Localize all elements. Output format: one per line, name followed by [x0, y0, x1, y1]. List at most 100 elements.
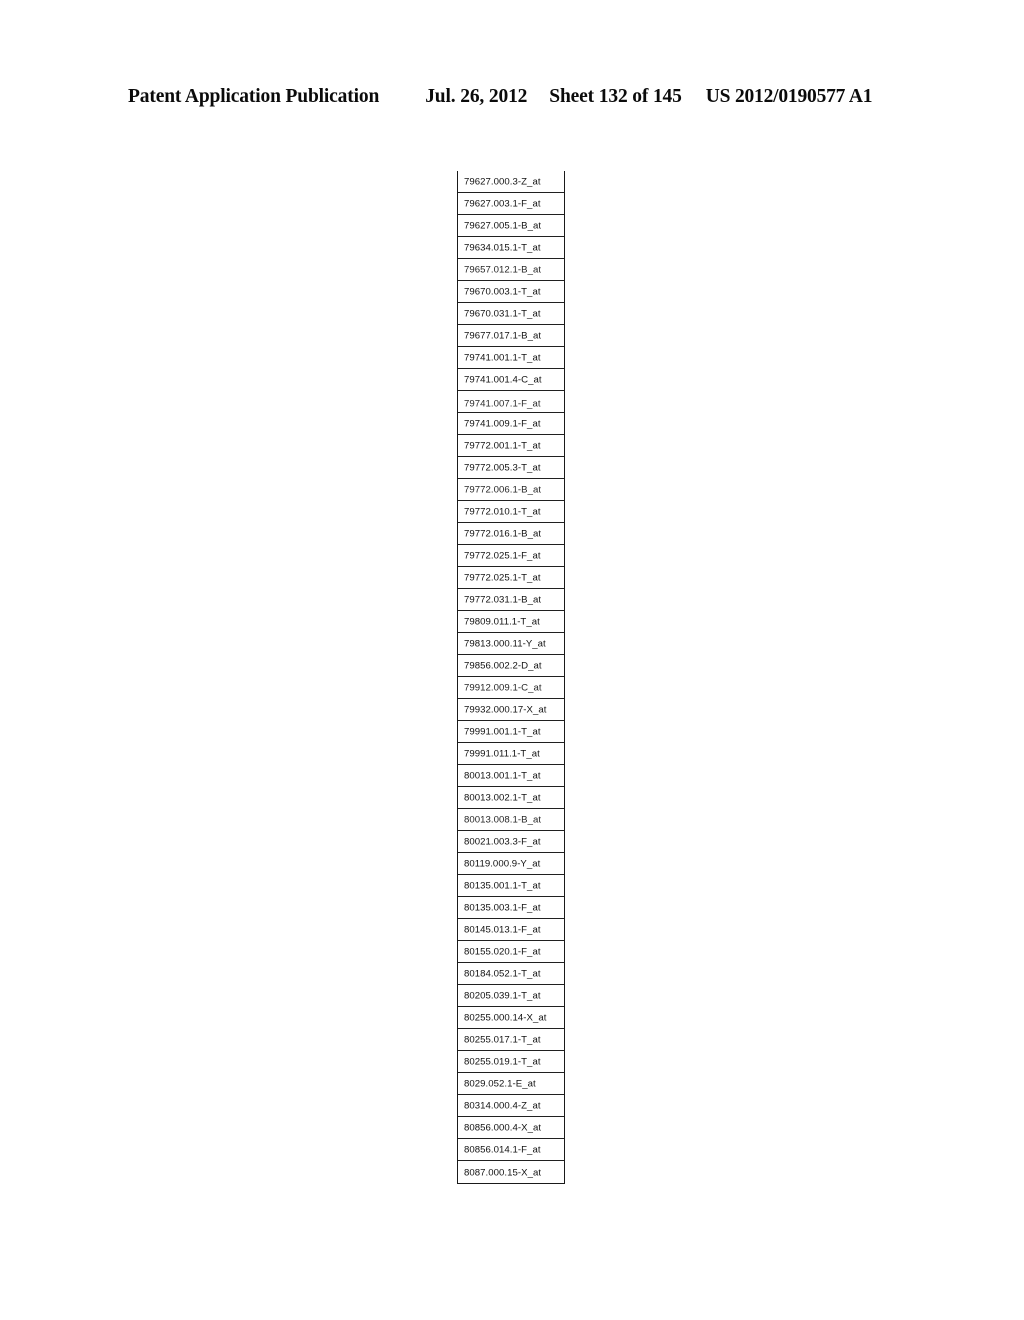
sheet-number: Sheet 132 of 145: [549, 86, 682, 107]
probe-set-identifier: 80013.002.1-T_at: [464, 792, 541, 804]
probe-set-identifier: 79772.005.3-T_at: [464, 462, 541, 474]
probe-set-identifier: 80155.020.1-F_at: [464, 946, 541, 958]
table-row: 80205.039.1-T_at: [458, 985, 564, 1007]
probe-set-identifier: 79634.015.1-T_at: [464, 242, 541, 254]
probe-set-identifier: 79772.031.1-B_at: [464, 594, 542, 606]
table-row: 79813.000.11-Y_at: [458, 633, 564, 655]
identifier-table: 79627.000.3-Z_at 79627.003.1-F_at 79627.00…: [457, 171, 565, 1184]
probe-set-identifier: 80314.000.4-Z_at: [464, 1100, 541, 1112]
probe-set-identifier: 80856.014.1-F_at: [464, 1144, 541, 1156]
table-row: 79677.017.1-B_at: [458, 325, 564, 347]
probe-set-identifier: 80255.000.14-X_at: [464, 1012, 547, 1024]
probe-set-identifier: 80184.052.1-T_at: [464, 968, 541, 980]
table-row: 79670.003.1-T_at: [458, 281, 564, 303]
probe-set-identifier: 79670.003.1-T_at: [464, 286, 541, 298]
table-row: 79670.031.1-T_at: [458, 303, 564, 325]
table-row: 80314.000.4-Z_at: [458, 1095, 564, 1117]
table-row: 79772.025.1-F_at: [458, 545, 564, 567]
probe-set-identifier: 8087.000.15-X_at: [464, 1167, 542, 1178]
table-row: 80013.001.1-T_at: [458, 765, 564, 787]
table-row: 80013.002.1-T_at: [458, 787, 564, 809]
table-row: 79772.005.3-T_at: [458, 457, 564, 479]
probe-set-identifier: 80135.001.1-T_at: [464, 880, 541, 892]
probe-set-identifier: 79809.011.1-T_at: [464, 616, 540, 628]
probe-set-identifier: 79772.010.1-T_at: [464, 506, 541, 518]
table-row: 79772.025.1-T_at: [458, 567, 564, 589]
table-row: 79856.002.2-D_at: [458, 655, 564, 677]
publication-date: Jul. 26, 2012: [425, 86, 528, 107]
probe-set-identifier: 79991.011.1-T_at: [464, 748, 540, 760]
probe-set-identifier: 79772.016.1-B_at: [464, 528, 542, 540]
table-row: 79809.011.1-T_at: [458, 611, 564, 633]
probe-set-identifier: 80119.000.9-Y_at: [464, 858, 541, 870]
probe-set-identifier: 79932.000.17-X_at: [464, 704, 547, 716]
table-row: 79991.011.1-T_at: [458, 743, 564, 765]
probe-set-identifier: 79772.025.1-F_at: [464, 550, 541, 562]
probe-set-identifier: 80255.019.1-T_at: [464, 1056, 541, 1068]
probe-set-identifier: 80021.003.3-F_at: [464, 836, 541, 848]
table-row: 79627.003.1-F_at: [458, 193, 564, 215]
table-row: 79741.001.1-T_at: [458, 347, 564, 369]
probe-set-identifier: 79772.006.1-B_at: [464, 484, 542, 496]
table-row: 80119.000.9-Y_at: [458, 853, 564, 875]
probe-set-identifier: 79741.001.1-T_at: [464, 352, 541, 364]
table-row: 80184.052.1-T_at: [458, 963, 564, 985]
table-row: 79912.009.1-C_at: [458, 677, 564, 699]
probe-set-identifier: 79813.000.11-Y_at: [464, 638, 546, 650]
probe-set-identifier: 80145.013.1-F_at: [464, 924, 541, 936]
table-row: 79772.016.1-B_at: [458, 523, 564, 545]
probe-set-identifier: 80013.001.1-T_at: [464, 770, 541, 782]
probe-set-identifier: 79741.001.4-C_at: [464, 374, 542, 386]
probe-set-identifier: 79670.031.1-T_at: [464, 308, 541, 320]
table-row: 80856.000.4-X_at: [458, 1117, 564, 1139]
table-row: 79741.009.1-F_at: [458, 413, 564, 435]
probe-set-identifier: 79677.017.1-B_at: [464, 330, 542, 342]
table-row: 80021.003.3-F_at: [458, 831, 564, 853]
table-row: 80255.019.1-T_at: [458, 1051, 564, 1073]
table-row: 80013.008.1-B_at: [458, 809, 564, 831]
table-row: 80155.020.1-F_at: [458, 941, 564, 963]
probe-set-identifier: 80856.000.4-X_at: [464, 1122, 542, 1134]
table-row: 79741.001.4-C_at: [458, 369, 564, 391]
table-row: 79991.001.1-T_at: [458, 721, 564, 743]
probe-set-identifier: 79772.001.1-T_at: [464, 440, 541, 452]
probe-set-identifier: 80135.003.1-F_at: [464, 902, 541, 914]
table-row: 80135.003.1-F_at: [458, 897, 564, 919]
table-row: 79772.006.1-B_at: [458, 479, 564, 501]
table-row: 8087.000.15-X_at: [458, 1161, 564, 1183]
table-row: 79772.031.1-B_at: [458, 589, 564, 611]
probe-set-identifier: 79741.007.1-F_at: [464, 398, 541, 410]
probe-set-identifier: 79991.001.1-T_at: [464, 726, 541, 738]
probe-set-identifier: 79627.000.3-Z_at: [464, 176, 541, 188]
probe-set-identifier: 80013.008.1-B_at: [464, 814, 542, 826]
probe-set-identifier: 79627.005.1-B_at: [464, 220, 542, 232]
table-row: 80145.013.1-F_at: [458, 919, 564, 941]
publication-number: US 2012/0190577 A1: [705, 86, 873, 107]
patent-page: Patent Application Publication Jul. 26, …: [0, 0, 1024, 1320]
probe-set-identifier: 79856.002.2-D_at: [464, 660, 542, 672]
probe-set-identifier: 79912.009.1-C_at: [464, 682, 542, 694]
table-row: 79772.010.1-T_at: [458, 501, 564, 523]
header-right-group: Jul. 26, 2012 Sheet 132 of 145 US 2012/0…: [425, 86, 872, 108]
table-row: 80255.000.14-X_at: [458, 1007, 564, 1029]
probe-set-identifier: 79627.003.1-F_at: [464, 198, 541, 210]
probe-set-identifier: 79657.012.1-B_at: [464, 264, 542, 276]
publication-title: Patent Application Publication: [128, 86, 380, 107]
table-row: 79932.000.17-X_at: [458, 699, 564, 721]
probe-set-identifier: 79772.025.1-T_at: [464, 572, 541, 584]
table-row: 79634.015.1-T_at: [458, 237, 564, 259]
probe-set-identifier: 80205.039.1-T_at: [464, 990, 541, 1002]
table-row: 80856.014.1-F_at: [458, 1139, 564, 1161]
table-row: 8029.052.1-E_at: [458, 1073, 564, 1095]
table-row: 79772.001.1-T_at: [458, 435, 564, 457]
probe-set-identifier: 8029.052.1-E_at: [464, 1078, 536, 1090]
table-row: 80135.001.1-T_at: [458, 875, 564, 897]
table-row: 79627.005.1-B_at: [458, 215, 564, 237]
table-row: 79741.007.1-F_at: [458, 391, 564, 413]
probe-set-identifier: 79741.009.1-F_at: [464, 418, 541, 430]
table-row: 79657.012.1-B_at: [458, 259, 564, 281]
table-row: 80255.017.1-T_at: [458, 1029, 564, 1051]
probe-set-identifier: 80255.017.1-T_at: [464, 1034, 541, 1046]
page-running-header: Patent Application Publication Jul. 26, …: [128, 86, 896, 112]
table-row: 79627.000.3-Z_at: [458, 171, 564, 193]
